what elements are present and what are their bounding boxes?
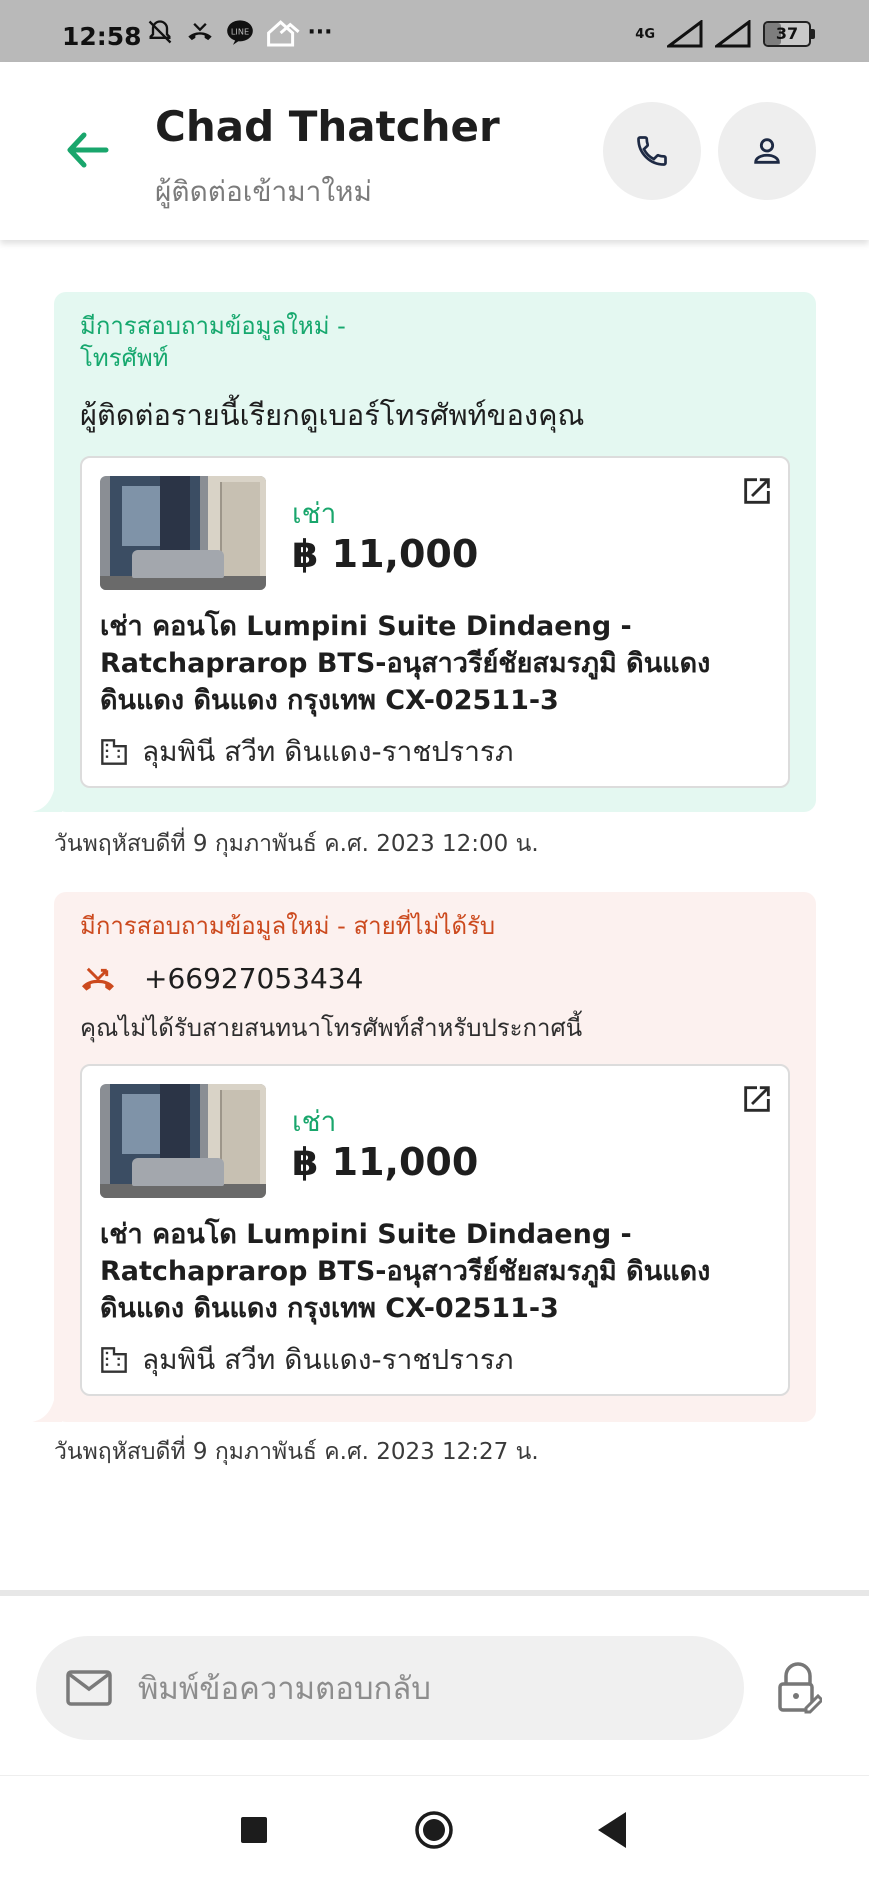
profile-button[interactable]: [718, 102, 816, 200]
listing-type: เช่า: [292, 497, 337, 530]
caller-phone-row: +66927053434: [80, 962, 363, 995]
battery-indicator: 37: [763, 21, 815, 47]
home-app-icon: [265, 18, 300, 48]
more-status-icon: ···: [307, 20, 333, 45]
listing-photo: [100, 476, 266, 590]
listing-type: เช่า: [292, 1105, 337, 1138]
network-type: 4G: [635, 26, 655, 42]
project-name: ลุมพินี สวีท ดินแดง-ราชปรารภ: [142, 735, 514, 768]
contact-name: Chad Thatcher: [155, 102, 500, 151]
home-button[interactable]: [414, 1810, 454, 1850]
missed-call-status-icon: [185, 18, 215, 48]
bubble-tail: [32, 1400, 62, 1422]
listing-card[interactable]: เช่า ฿ 11,000 เช่า คอนโด Lumpini Suite D…: [80, 1064, 790, 1396]
listing-photo: [100, 1084, 266, 1198]
line-app-icon: LINE: [225, 18, 255, 48]
message-timestamp: วันพฤหัสบดีที่ 9 กุมภาพันธ์ ค.ศ. 2023 12…: [54, 831, 539, 857]
bubble-tail: [32, 790, 62, 812]
missed-call-card: มีการสอบถามข้อมูลใหม่ - สายที่ไม่ได้รับ …: [32, 892, 816, 1422]
signal-icon-2: [715, 20, 751, 48]
chat-header: Chad Thatcher ผู้ติดต่อเข้ามาใหม่: [0, 62, 869, 240]
arrow-left-icon: [67, 132, 109, 168]
status-time: 12:58: [62, 22, 142, 51]
listing-price: ฿ 11,000: [292, 532, 479, 576]
signal-icon: [667, 20, 703, 48]
system-nav-bar: [0, 1775, 869, 1884]
open-external-icon[interactable]: [740, 1082, 774, 1116]
notification-icons: LINE ···: [145, 18, 335, 48]
listing-project: ลุมพินี สวีท ดินแดง-ราชปรารภ: [100, 1338, 513, 1382]
listing-title: เช่า คอนโด Lumpini Suite Dindaeng - Ratc…: [100, 1219, 711, 1324]
status-bar: 12:58 LINE ··· 4G 37: [0, 0, 869, 62]
recents-button[interactable]: [241, 1817, 267, 1843]
svg-text:LINE: LINE: [231, 26, 249, 36]
lock-edit-icon: [778, 1662, 825, 1714]
lock-edit-button[interactable]: [776, 1662, 825, 1714]
person-icon: [754, 138, 780, 164]
message-timestamp: วันพฤหัสบดีที่ 9 กุมภาพันธ์ ค.ศ. 2023 12…: [54, 1439, 539, 1465]
reply-box[interactable]: [36, 1636, 744, 1740]
call-button[interactable]: [603, 102, 701, 200]
inquiry-heading: มีการสอบถามข้อมูลใหม่ - โทรศัพท์: [80, 312, 346, 372]
caller-phone-number[interactable]: +66927053434: [144, 962, 363, 995]
bell-off-icon: [145, 18, 175, 48]
mail-icon: [66, 1670, 112, 1706]
building-icon: [101, 1347, 127, 1373]
building-icon: [101, 739, 127, 765]
listing-project: ลุมพินี สวีท ดินแดง-ราชปรารภ: [100, 730, 513, 774]
inquiry-description: ผู้ติดต่อรายนี้เรียกดูเบอร์โทรศัพท์ของคุ…: [80, 398, 585, 432]
contact-status: ผู้ติดต่อเข้ามาใหม่: [155, 175, 372, 208]
reply-area: [0, 1590, 869, 1781]
battery-level: 37: [775, 24, 799, 43]
open-external-icon[interactable]: [740, 474, 774, 508]
nav-back-button[interactable]: [598, 1812, 626, 1848]
back-button[interactable]: [60, 127, 112, 173]
listing-price: ฿ 11,000: [292, 1140, 479, 1184]
phone-icon: [637, 136, 667, 166]
missed-call-heading: มีการสอบถามข้อมูลใหม่ - สายที่ไม่ได้รับ: [80, 912, 496, 940]
listing-title: เช่า คอนโด Lumpini Suite Dindaeng - Ratc…: [100, 611, 711, 716]
missed-call-icon: [82, 967, 114, 991]
listing-card[interactable]: เช่า ฿ 11,000 เช่า คอนโด Lumpini Suite D…: [80, 456, 790, 788]
phone-inquiry-card: มีการสอบถามข้อมูลใหม่ - โทรศัพท์ ผู้ติดต…: [32, 292, 816, 812]
reply-input[interactable]: [136, 1660, 720, 1718]
missed-call-description: คุณไม่ได้รับสายสนทนาโทรศัพท์สำหรับประกาศ…: [80, 1014, 583, 1042]
project-name: ลุมพินี สวีท ดินแดง-ราชปรารภ: [142, 1343, 514, 1376]
